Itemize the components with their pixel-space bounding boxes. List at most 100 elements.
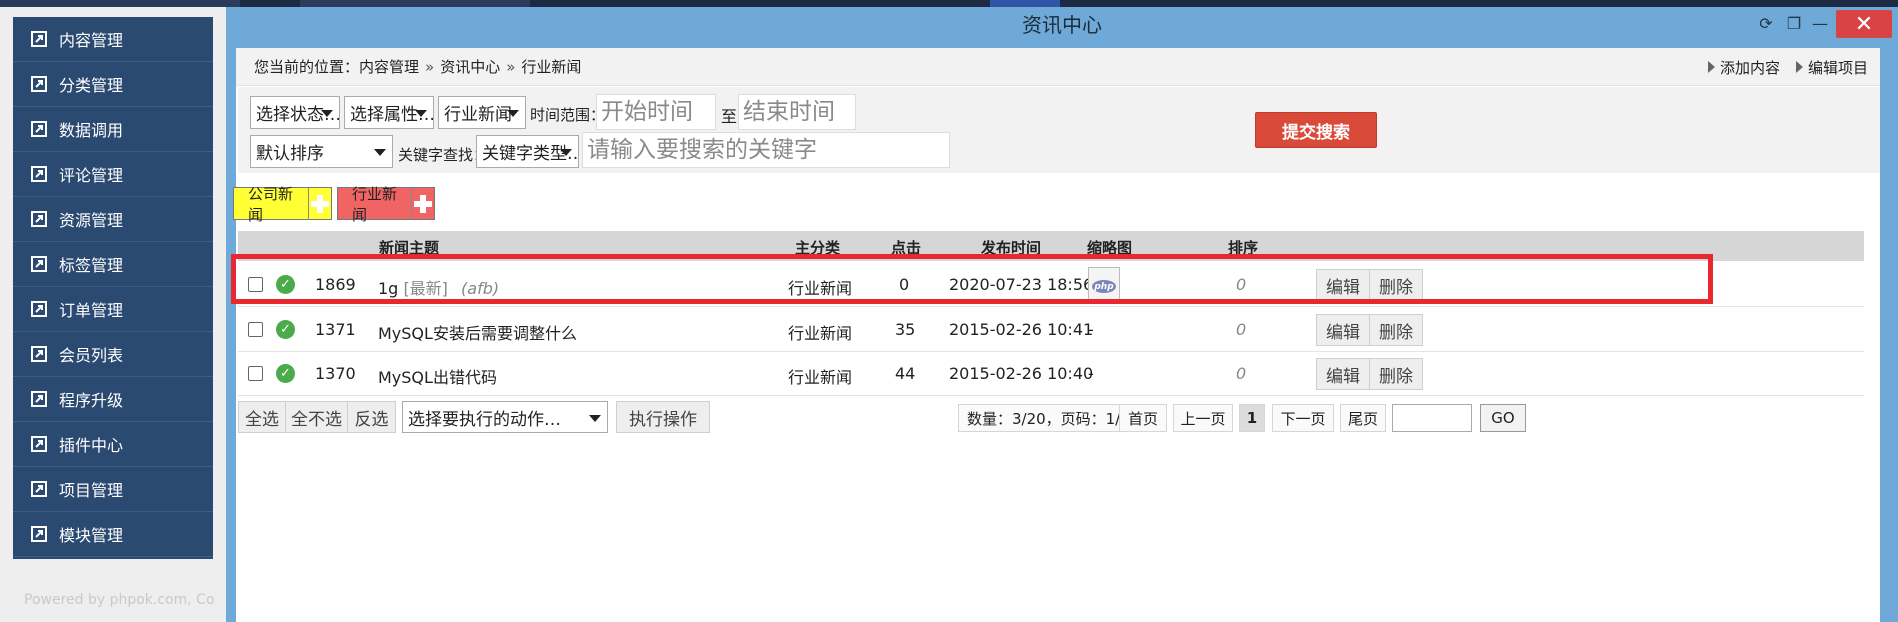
keyword-input[interactable] [582, 132, 950, 168]
first-page-button[interactable]: 首页 [1119, 404, 1167, 432]
delete-button[interactable]: 删除 [1370, 314, 1423, 346]
sidebar-item-members[interactable]: 会员列表 [13, 332, 213, 377]
select-none-button[interactable]: 全不选 [286, 401, 348, 433]
edit-project-link[interactable]: 编辑项目 [1795, 57, 1868, 78]
top-strip [0, 0, 1898, 7]
category-select[interactable]: 行业新闻 [438, 96, 526, 129]
powered-by-footer[interactable]: Powered by phpok.com, Co [24, 592, 224, 608]
check-circle-icon[interactable]: ✓ [276, 275, 295, 294]
row-hits: 44 [895, 364, 916, 383]
time-range-label: 时间范围： [530, 106, 606, 124]
sidebar-item-orders[interactable]: 订单管理 [13, 287, 213, 332]
external-link-icon [31, 121, 47, 137]
table-row: ✓ 1370 MySQL出错代码 行业新闻 44 2015-02-26 10:4… [238, 352, 1864, 396]
edit-button[interactable]: 编辑 [1316, 358, 1370, 390]
bulk-action-select[interactable]: 选择要执行的动作… [402, 401, 608, 433]
chevron-down-icon [560, 149, 572, 156]
bulk-action-select-value: 选择要执行的动作… [408, 409, 561, 430]
category-tag-label: 行业新闻 [352, 184, 398, 224]
status-select[interactable]: 选择状态… [250, 96, 340, 129]
sidebar-item-modules[interactable]: 模块管理 [13, 512, 213, 557]
edit-button[interactable]: 编辑 [1316, 269, 1370, 301]
submit-search-button[interactable]: 提交搜索 [1255, 112, 1377, 148]
row-checkbox[interactable] [248, 322, 263, 337]
sidebar-item-comments[interactable]: 评论管理 [13, 152, 213, 197]
sidebar-item-content[interactable]: 内容管理 [13, 17, 213, 62]
sidebar-item-plugins[interactable]: 插件中心 [13, 422, 213, 467]
attribute-select[interactable]: 选择属性… [344, 96, 434, 129]
row-sort[interactable]: 0 [1236, 364, 1246, 383]
prev-page-button[interactable]: 上一页 [1173, 404, 1233, 432]
plus-icon [310, 194, 329, 213]
table-row: ✓ 1869 1g [最新] (afb) 行业新闻 0 2020-07-23 1… [238, 263, 1864, 307]
top-strip-segment [300, 0, 530, 7]
sidebar-item-label: 内容管理 [59, 31, 124, 50]
go-button[interactable]: GO [1480, 404, 1526, 432]
external-link-icon [31, 526, 47, 542]
thumbnail-image[interactable]: php [1088, 267, 1120, 303]
external-link-icon [31, 391, 47, 407]
row-title[interactable]: MySQL安装后需要调整什么 [378, 320, 577, 344]
breadcrumb-item[interactable]: 内容管理 [359, 56, 419, 77]
invert-selection-button[interactable]: 反选 [348, 401, 396, 433]
last-page-button[interactable]: 尾页 [1340, 404, 1386, 432]
row-title[interactable]: 1g [最新] (afb) [378, 275, 499, 299]
row-actions: 编辑 删除 [1316, 358, 1423, 390]
chevron-down-icon [415, 110, 427, 117]
table-header: 新闻主题 主分类 点击 发布时间 缩略图 排序 [238, 231, 1864, 261]
execute-action-button[interactable]: 执行操作 [616, 401, 710, 433]
row-checkbox[interactable] [248, 366, 263, 381]
row-category: 行业新闻 [788, 279, 853, 298]
external-link-icon [31, 436, 47, 452]
edit-button[interactable]: 编辑 [1316, 314, 1370, 346]
keyword-label: 关键字查找： [398, 146, 489, 164]
add-content-link[interactable]: 添加内容 [1707, 57, 1780, 78]
delete-button[interactable]: 删除 [1370, 269, 1423, 301]
header-date: 发布时间 [981, 239, 1042, 257]
restore-icon[interactable]: ❐ [1784, 11, 1804, 35]
row-actions: 编辑 删除 [1316, 314, 1423, 346]
external-link-icon [31, 256, 47, 272]
row-title[interactable]: MySQL出错代码 [378, 364, 497, 388]
triangle-right-icon [1795, 61, 1803, 73]
sidebar-item-label: 评论管理 [59, 166, 124, 185]
header-category: 主分类 [795, 239, 841, 257]
breadcrumb-item[interactable]: 资讯中心 [440, 56, 500, 77]
refresh-icon[interactable]: ⟳ [1756, 11, 1776, 35]
next-page-button[interactable]: 下一页 [1272, 404, 1334, 432]
row-id: 1869 [315, 275, 356, 294]
row-hits: 35 [895, 320, 916, 339]
end-time-input[interactable] [738, 94, 856, 130]
row-checkbox[interactable] [248, 277, 263, 292]
keyword-type-select[interactable]: 关键字类型… [476, 135, 579, 168]
select-all-button[interactable]: 全选 [238, 401, 286, 433]
sidebar-item-label: 数据调用 [59, 121, 124, 140]
row-category: 行业新闻 [788, 368, 853, 387]
start-time-input[interactable] [596, 94, 716, 130]
check-circle-icon[interactable]: ✓ [276, 364, 295, 383]
row-thumbnail: - [1088, 320, 1094, 339]
sidebar-item-label: 资源管理 [59, 211, 124, 230]
add-category-button[interactable] [411, 188, 434, 219]
external-link-icon [31, 346, 47, 362]
minimize-icon[interactable]: — [1810, 11, 1830, 35]
sidebar-item-projects[interactable]: 项目管理 [13, 467, 213, 512]
category-tag-company-news[interactable]: 公司新闻 [233, 185, 332, 224]
row-sort[interactable]: 0 [1236, 320, 1246, 339]
delete-button[interactable]: 删除 [1370, 358, 1423, 390]
add-category-button[interactable] [307, 188, 331, 219]
close-icon[interactable]: ✕ [1836, 10, 1892, 38]
page-number-input[interactable] [1392, 404, 1472, 432]
current-page-button[interactable]: 1 [1239, 404, 1265, 432]
check-circle-icon[interactable]: ✓ [276, 320, 295, 339]
sidebar-item-tags[interactable]: 标签管理 [13, 242, 213, 287]
sidebar-item-category[interactable]: 分类管理 [13, 62, 213, 107]
category-tag-industry-news[interactable]: 行业新闻 [337, 184, 435, 224]
breadcrumb-item[interactable]: 行业新闻 [521, 56, 581, 77]
row-sort[interactable]: 0 [1236, 275, 1246, 294]
sidebar-item-upgrade[interactable]: 程序升级 [13, 377, 213, 422]
sidebar-item-data-call[interactable]: 数据调用 [13, 107, 213, 152]
sort-select[interactable]: 默认排序 [250, 135, 393, 168]
sidebar-item-label: 会员列表 [59, 346, 124, 365]
sidebar-item-resources[interactable]: 资源管理 [13, 197, 213, 242]
